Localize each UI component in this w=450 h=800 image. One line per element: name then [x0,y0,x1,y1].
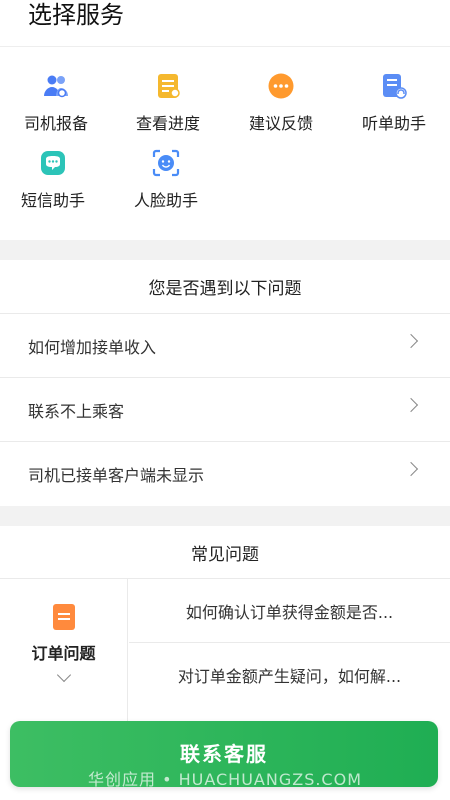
document-icon [52,604,75,630]
faq-item[interactable]: 对订单金额产生疑问，如何解... [129,643,450,707]
progress-list-icon [154,72,182,100]
service-order-listen[interactable]: 听单助手 [338,72,450,134]
faq-title: 常见问题 [191,545,259,565]
contact-button-label: 联系客服 [180,741,268,766]
more-dots-icon [267,72,295,100]
service-sms[interactable]: 短信助手 [0,149,109,211]
faq-category-label: 订单问题 [31,644,96,663]
chevron-right-icon [403,333,419,349]
faq-item[interactable]: 如何确认订单获得金额是否... [129,579,450,643]
divider [0,46,450,47]
question-text: 联系不上乘客 [28,401,125,421]
questions-section: 您是否遇到以下问题 如何增加接单收入 联系不上乘客 司机已接单客户端未显示 [0,260,450,506]
question-row[interactable]: 如何增加接单收入 [0,313,450,377]
service-label: 人脸助手 [133,191,198,210]
service-label: 查看进度 [135,114,200,133]
services-section: 选择服务 司机报备 查看进度 建议反馈 听单助手 短信助手 人脸助手 [0,0,450,240]
question-text: 司机已接单客户端未显示 [28,465,205,485]
question-row[interactable]: 司机已接单客户端未显示 [0,441,450,505]
service-check-progress[interactable]: 查看进度 [112,72,224,134]
bottom-strip [0,787,450,800]
service-feedback[interactable]: 建议反馈 [225,72,337,134]
document-headset-icon [380,72,408,100]
chevron-down-icon [56,667,71,683]
message-icon [39,149,67,177]
questions-title: 您是否遇到以下问题 [148,279,302,299]
service-label: 短信助手 [20,191,85,210]
users-icon [42,72,70,100]
service-driver-report[interactable]: 司机报备 [0,72,112,134]
service-face[interactable]: 人脸助手 [110,149,222,211]
contact-support-button[interactable]: 联系客服 [10,721,438,787]
service-label: 司机报备 [23,114,88,133]
chevron-right-icon [403,397,419,413]
chevron-right-icon [403,461,419,477]
service-label: 听单助手 [361,114,426,133]
question-text: 如何增加接单收入 [28,337,157,357]
question-row[interactable]: 联系不上乘客 [0,377,450,441]
face-scan-icon [152,149,180,177]
service-label: 建议反馈 [248,114,313,133]
page-title: 选择服务 [28,1,124,29]
